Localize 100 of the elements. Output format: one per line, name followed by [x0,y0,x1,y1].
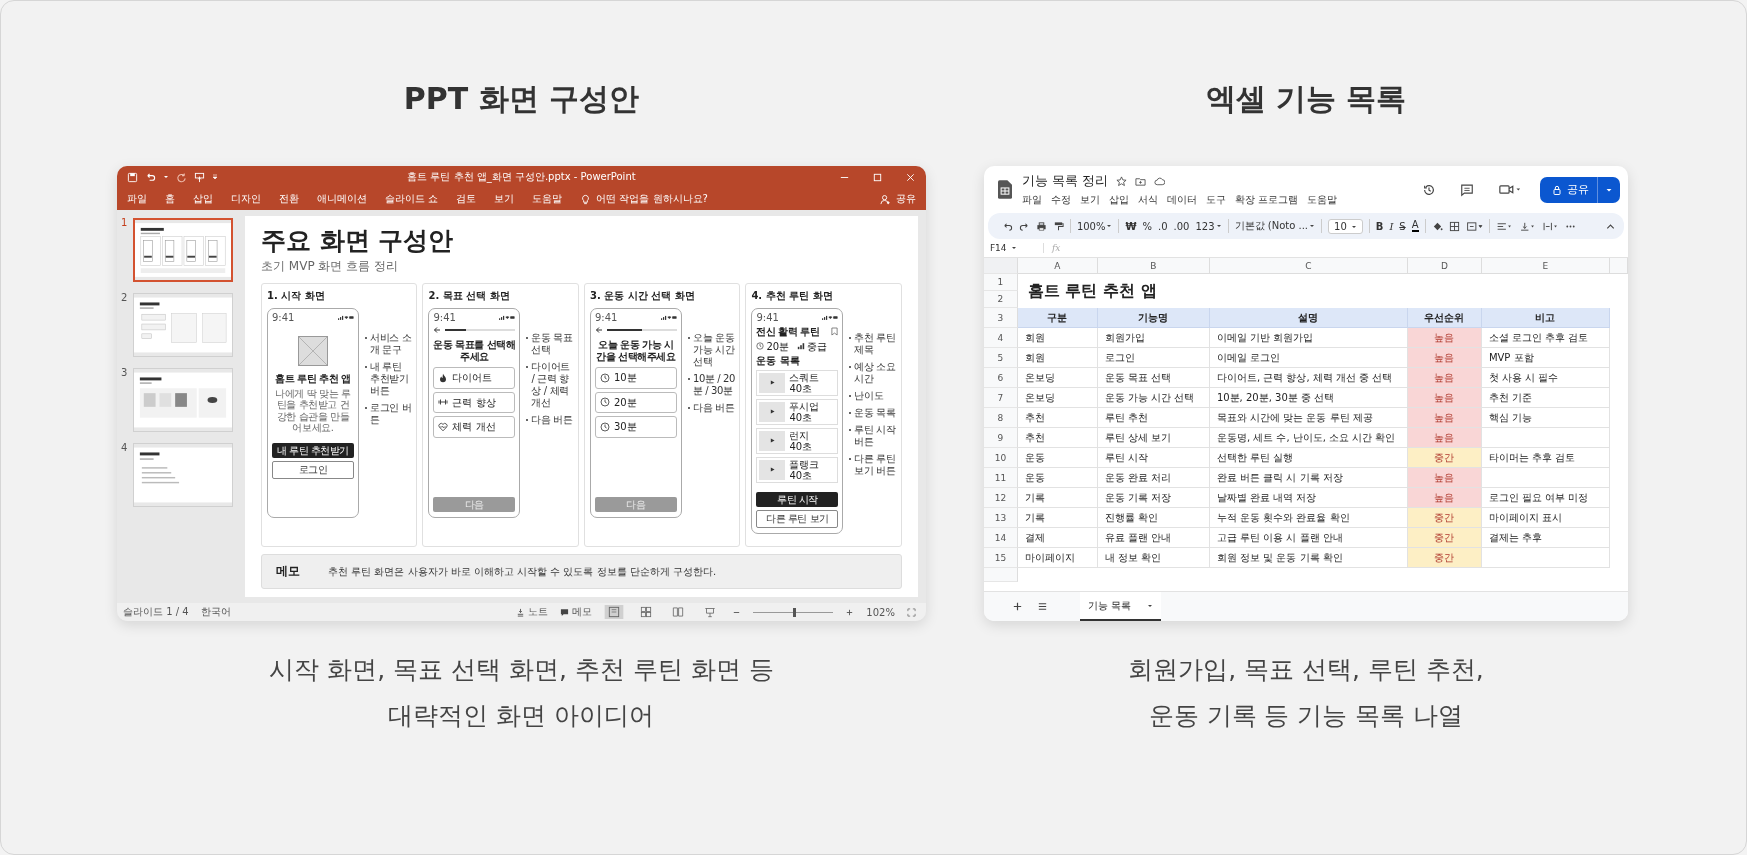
ribbon-tab[interactable]: 애니메이션 [317,192,367,206]
caret-icon[interactable] [1309,223,1315,229]
row-number[interactable]: 6 [983,368,1018,388]
ribbon-tab[interactable]: 홈 [165,192,175,206]
row-number[interactable]: 3 [983,308,1018,328]
ribbon-tab[interactable]: 전환 [279,192,299,206]
zoom-in-icon[interactable] [845,607,855,617]
folder-icon[interactable] [1135,175,1147,187]
maximize-icon[interactable] [871,171,883,183]
fill-color-icon[interactable] [1431,220,1443,232]
row-number[interactable]: 5 [983,348,1018,368]
strikethrough-button[interactable]: S [1399,220,1406,232]
login-button[interactable]: 로그인 [272,461,354,479]
menu-item[interactable]: 삽입 [1108,193,1129,207]
caret-icon[interactable] [163,174,169,180]
currency-format-button[interactable]: ₩ [1125,220,1137,232]
menu-icon[interactable] [1036,601,1048,612]
back-arrow-icon[interactable] [594,326,603,334]
exercise-item[interactable]: 플랭크 40초 [756,456,839,483]
menu-item[interactable]: 확장 프로그램 [1234,193,1299,207]
menu-item[interactable]: 수정 [1050,193,1071,207]
other-routine-button[interactable]: 다른 루틴 보기 [756,510,839,528]
row-number[interactable]: 10 [983,448,1018,468]
italic-button[interactable]: I [1389,220,1394,232]
paint-format-icon[interactable] [1052,220,1064,232]
option-card[interactable]: 체력 개선 [433,416,516,438]
share-button[interactable]: 공유 [879,192,916,206]
caret-icon[interactable] [1106,223,1113,229]
vertical-align-icon[interactable] [1518,220,1536,232]
exercise-item[interactable]: 런지 40초 [756,427,839,454]
row-number[interactable]: 4 [983,328,1018,348]
comments-button[interactable]: 메모 [560,605,593,619]
ribbon-tab[interactable]: 슬라이드 쇼 [385,192,439,206]
font-select[interactable]: 기본값 (Noto ... [1234,219,1308,233]
undo-icon[interactable] [145,171,156,183]
row-number[interactable]: 14 [983,528,1018,548]
tell-me-search[interactable]: 어떤 작업을 원하시나요? [580,192,708,206]
print-icon[interactable] [1035,220,1047,232]
name-box[interactable]: F14 [983,243,1044,253]
option-card[interactable]: 다이어트 [433,367,516,389]
share-button[interactable]: 공유 [1540,176,1620,203]
increase-decimal-button[interactable]: .00 [1173,220,1190,232]
column-header[interactable]: B [1097,258,1210,274]
align-left-icon[interactable] [1495,220,1513,232]
zoom-percent[interactable]: 102% [866,606,895,618]
start-routine-button[interactable]: 루틴 시작 [756,491,839,507]
menu-item[interactable]: 보기 [1079,193,1100,207]
document-title[interactable]: 기능 목록 정리 [1021,172,1109,190]
row-number[interactable]: 13 [983,508,1018,528]
star-icon[interactable] [1116,175,1128,187]
row-number[interactable]: 2 [983,291,1018,308]
number-format-select[interactable]: 123 [1195,220,1215,232]
ribbon-tab[interactable]: 도움말 [532,192,563,206]
add-sheet-icon[interactable] [1011,601,1023,612]
notes-button[interactable]: 노트 [516,605,549,619]
exercise-item[interactable]: 스쿼트 40초 [756,369,839,396]
column-header[interactable]: C [1209,258,1408,274]
sheet-tab[interactable]: 기능 목록 [1079,592,1162,621]
slide-thumbnail[interactable] [133,218,233,282]
ribbon-tab[interactable]: 디자인 [231,192,261,206]
bookmark-icon[interactable] [831,327,839,337]
video-call-icon[interactable] [1498,182,1522,197]
menu-item[interactable]: 파일 [1021,193,1042,207]
option-card[interactable]: 20분 [594,391,677,413]
exercise-item[interactable]: 푸시업 40초 [756,398,839,425]
row-number[interactable]: 1 [983,274,1018,291]
customize-caret-icon[interactable] [212,174,218,180]
percent-format-button[interactable]: % [1142,220,1153,232]
menu-item[interactable]: 도구 [1205,193,1226,207]
text-wrap-icon[interactable] [1541,220,1559,232]
text-color-button[interactable]: A [1411,220,1419,232]
menu-item[interactable]: 서식 [1137,193,1158,207]
ribbon-tab[interactable]: 검토 [456,192,477,206]
row-number[interactable]: 11 [983,468,1018,488]
close-icon[interactable] [904,171,916,183]
bold-button[interactable]: B [1375,220,1384,232]
column-header[interactable]: D [1407,258,1482,274]
normal-view-icon[interactable] [604,605,625,619]
row-number[interactable]: 9 [983,428,1018,448]
caret-icon[interactable] [1215,223,1222,229]
menu-item[interactable]: 데이터 [1166,193,1197,207]
touch-mode-icon[interactable] [194,171,205,183]
row-number[interactable]: 7 [983,388,1018,408]
option-card[interactable]: 근력 향상 [433,391,516,413]
borders-icon[interactable] [1448,220,1460,232]
save-icon[interactable] [127,171,138,183]
cloud-icon[interactable] [1154,175,1166,187]
ribbon-tab[interactable]: 보기 [494,192,515,206]
merge-cells-icon[interactable] [1465,220,1483,232]
menu-item[interactable]: 도움말 [1307,193,1338,207]
back-arrow-icon[interactable] [433,326,442,334]
ribbon-tab[interactable]: 파일 [127,192,147,206]
decrease-decimal-button[interactable]: .0 [1158,220,1168,232]
option-card[interactable]: 10분 [594,367,677,389]
column-header[interactable]: E [1481,258,1610,274]
column-header[interactable]: A [1017,258,1098,274]
history-icon[interactable] [1422,182,1436,197]
recommend-button[interactable]: 내 루틴 추천받기 [272,442,354,458]
font-size-field[interactable]: 10 [1328,218,1363,234]
option-card[interactable]: 30분 [594,416,677,438]
